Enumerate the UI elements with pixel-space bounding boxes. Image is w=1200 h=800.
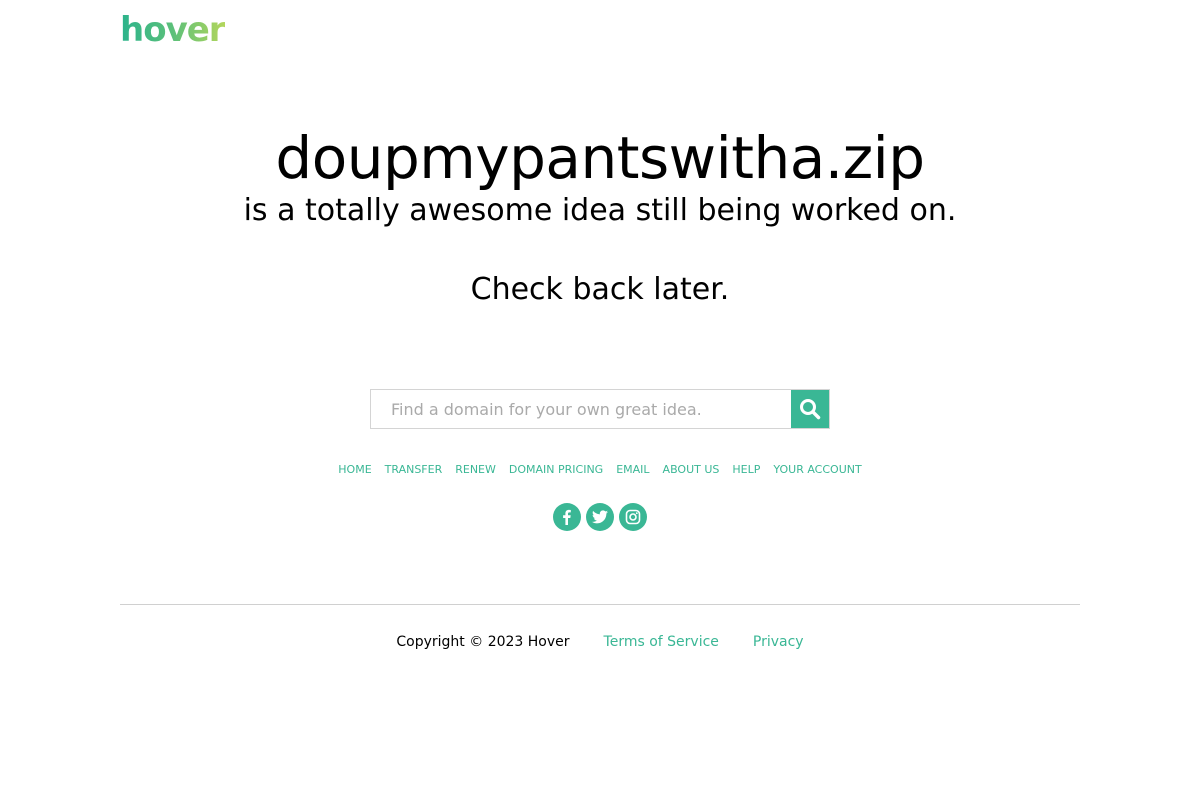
footer-nav: HOME TRANSFER RENEW DOMAIN PRICING EMAIL… <box>0 463 1200 476</box>
check-back-text: Check back later. <box>470 272 730 307</box>
instagram-icon <box>625 509 641 525</box>
copyright: Copyright © 2023 Hover <box>396 634 570 650</box>
twitter-link[interactable] <box>586 503 614 531</box>
domain-search-input[interactable] <box>370 389 791 429</box>
social-links <box>0 503 1200 531</box>
footer: Copyright © 2023 Hover Terms of Service … <box>0 634 1200 650</box>
nav-your-account[interactable]: YOUR ACCOUNT <box>773 463 861 476</box>
nav-home[interactable]: HOME <box>338 463 371 476</box>
facebook-icon <box>563 509 571 525</box>
privacy-link[interactable]: Privacy <box>753 634 804 650</box>
nav-about-us[interactable]: ABOUT US <box>663 463 720 476</box>
instagram-link[interactable] <box>619 503 647 531</box>
subtitle: is a totally awesome idea still being wo… <box>243 193 957 228</box>
twitter-icon <box>592 510 608 524</box>
nav-email[interactable]: EMAIL <box>616 463 649 476</box>
hover-logo[interactable]: hover <box>120 10 226 50</box>
nav-renew[interactable]: RENEW <box>455 463 496 476</box>
domain-search-form <box>370 389 830 429</box>
nav-transfer[interactable]: TRANSFER <box>385 463 443 476</box>
footer-divider <box>120 604 1080 605</box>
domain-title: doupmypantswitha.zip <box>275 124 925 192</box>
search-button[interactable] <box>791 389 830 429</box>
search-icon <box>800 399 821 420</box>
terms-of-service-link[interactable]: Terms of Service <box>604 634 719 650</box>
nav-help[interactable]: HELP <box>732 463 760 476</box>
facebook-link[interactable] <box>553 503 581 531</box>
nav-domain-pricing[interactable]: DOMAIN PRICING <box>509 463 603 476</box>
